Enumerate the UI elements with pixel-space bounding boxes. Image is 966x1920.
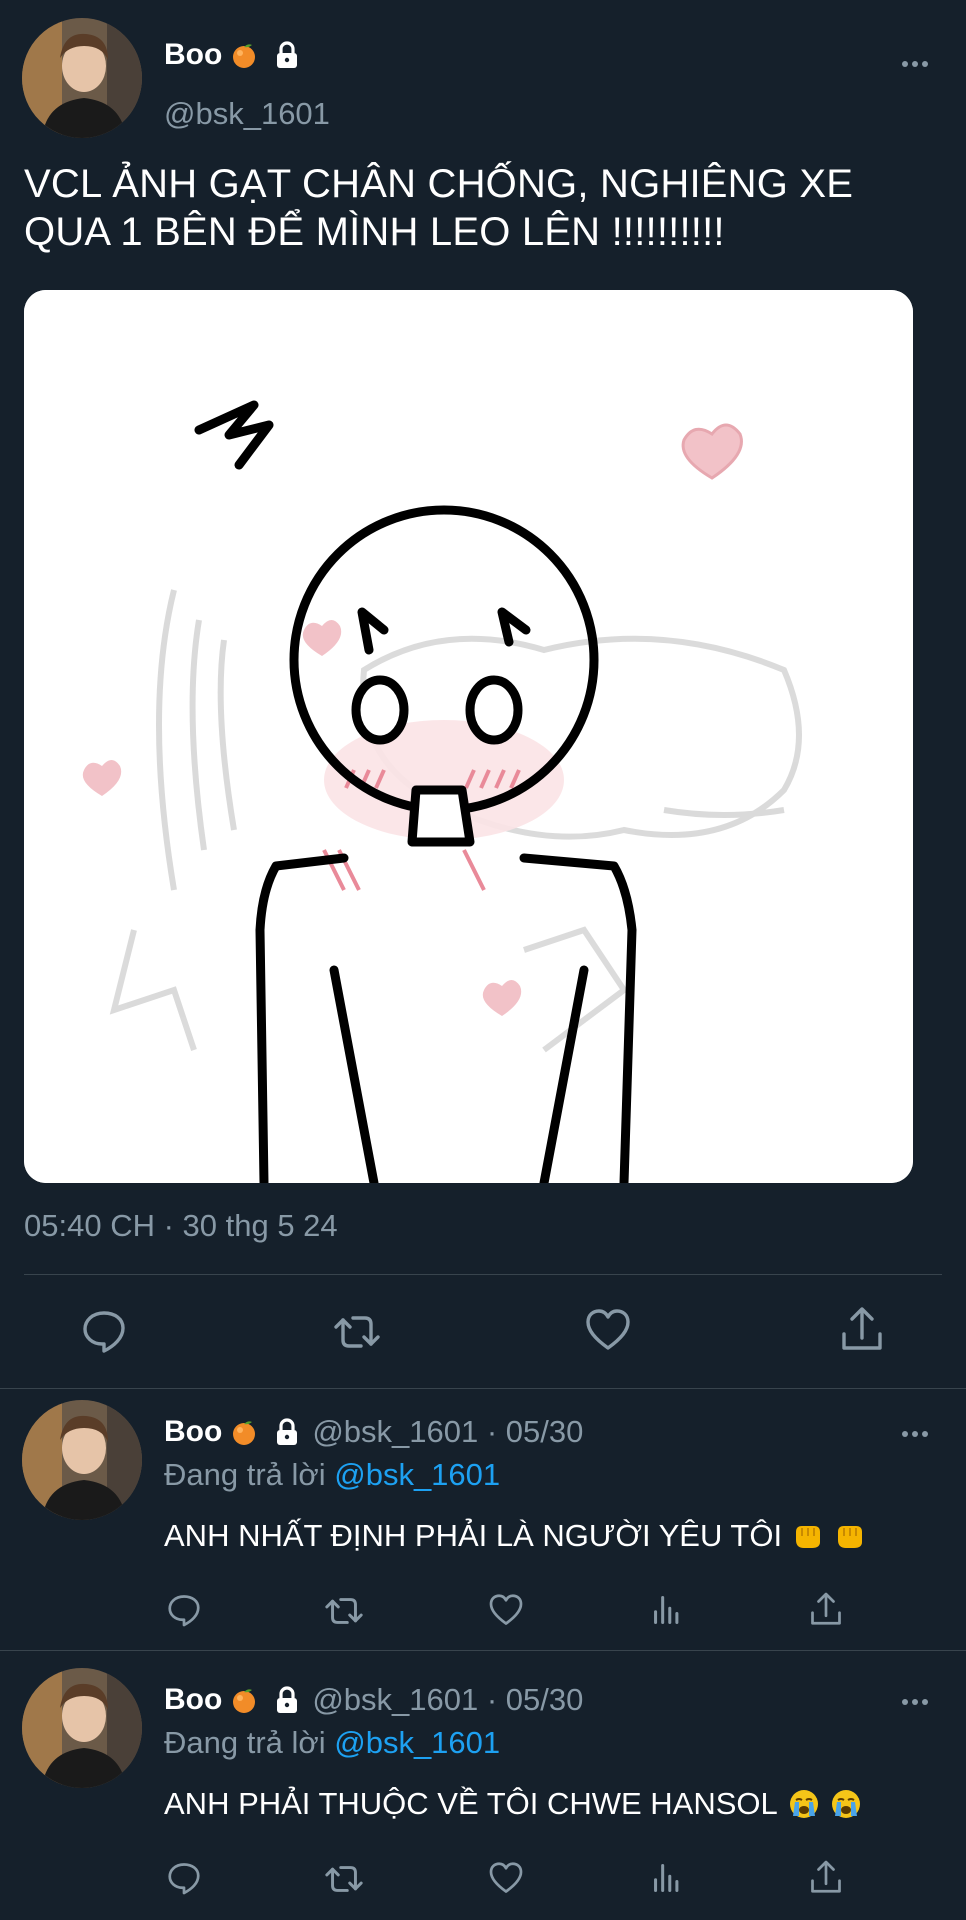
reply-handle-date[interactable]: @bsk_1601 · 05/30 <box>312 1414 583 1450</box>
more-icon[interactable] <box>902 54 934 67</box>
analytics-icon[interactable] <box>652 1592 684 1628</box>
tweet-text: VCL ẢNH GẠT CHÂN CHỐNG, NGHIÊNG XE QUA 1… <box>24 162 854 254</box>
tweet-media-image[interactable] <box>24 290 913 1183</box>
avatar[interactable] <box>22 1668 142 1788</box>
analytics-icon[interactable] <box>652 1860 684 1896</box>
mention-link[interactable]: @bsk_1601 <box>334 1457 500 1492</box>
avatar[interactable] <box>22 18 142 138</box>
replying-to: Đang trả lời @bsk_1601 <box>164 1725 500 1761</box>
retweet-icon[interactable] <box>324 1593 364 1629</box>
lock-icon <box>272 1417 302 1447</box>
reply-text: ANH NHẤT ĐỊNH PHẢI LÀ NGƯỜI YÊU TÔI <box>164 1518 866 1554</box>
author-name-row: Boo <box>164 38 302 72</box>
share-icon[interactable] <box>808 1858 844 1896</box>
more-icon[interactable] <box>902 1692 934 1705</box>
replying-to: Đang trả lời @bsk_1601 <box>164 1457 500 1493</box>
divider <box>24 1274 942 1275</box>
lock-icon <box>272 40 302 70</box>
divider <box>0 1650 966 1651</box>
loudly-crying-emoji-icon <box>788 1788 820 1820</box>
replying-prefix: Đang trả lời <box>164 1725 335 1760</box>
loudly-crying-emoji-icon <box>830 1788 862 1820</box>
reply-author-row: Boo @bsk_1601 · 05/30 <box>164 1682 583 1718</box>
mention-link[interactable]: @bsk_1601 <box>334 1725 500 1760</box>
lock-icon <box>272 1685 302 1715</box>
reply-icon[interactable] <box>166 1592 202 1628</box>
reply-handle-date[interactable]: @bsk_1601 · 05/30 <box>312 1682 583 1718</box>
orange-emoji-icon <box>230 1418 258 1446</box>
oncoming-fist-emoji-icon <box>834 1520 866 1552</box>
replying-prefix: Đang trả lời <box>164 1457 335 1492</box>
reply-icon[interactable] <box>166 1860 202 1896</box>
like-icon[interactable] <box>488 1860 524 1896</box>
oncoming-fist-emoji-icon <box>792 1520 824 1552</box>
retweet-icon[interactable] <box>324 1861 364 1897</box>
avatar[interactable] <box>22 1400 142 1520</box>
more-icon[interactable] <box>902 1424 934 1437</box>
divider <box>0 1388 966 1389</box>
reply-text-content: ANH PHẢI THUỘC VỀ TÔI CHWE HANSOL <box>164 1786 778 1821</box>
reply-author-row: Boo @bsk_1601 · 05/30 <box>164 1414 583 1450</box>
like-icon[interactable] <box>488 1592 524 1628</box>
like-icon[interactable] <box>584 1306 632 1354</box>
display-name[interactable]: Boo <box>164 38 222 72</box>
retweet-icon[interactable] <box>332 1310 382 1354</box>
author-handle[interactable]: @bsk_1601 <box>164 96 330 132</box>
reply-text: ANH PHẢI THUỘC VỀ TÔI CHWE HANSOL <box>164 1786 862 1822</box>
share-icon[interactable] <box>808 1590 844 1628</box>
reply-icon[interactable] <box>80 1307 128 1355</box>
share-icon[interactable] <box>838 1304 886 1354</box>
tweet-timestamp[interactable]: 05:40 CH · 30 thg 5 24 <box>24 1208 338 1244</box>
display-name[interactable]: Boo <box>164 1415 222 1449</box>
orange-emoji-icon <box>230 41 258 69</box>
display-name[interactable]: Boo <box>164 1683 222 1717</box>
orange-emoji-icon <box>230 1686 258 1714</box>
reply-text-content: ANH NHẤT ĐỊNH PHẢI LÀ NGƯỜI YÊU TÔI <box>164 1518 783 1553</box>
